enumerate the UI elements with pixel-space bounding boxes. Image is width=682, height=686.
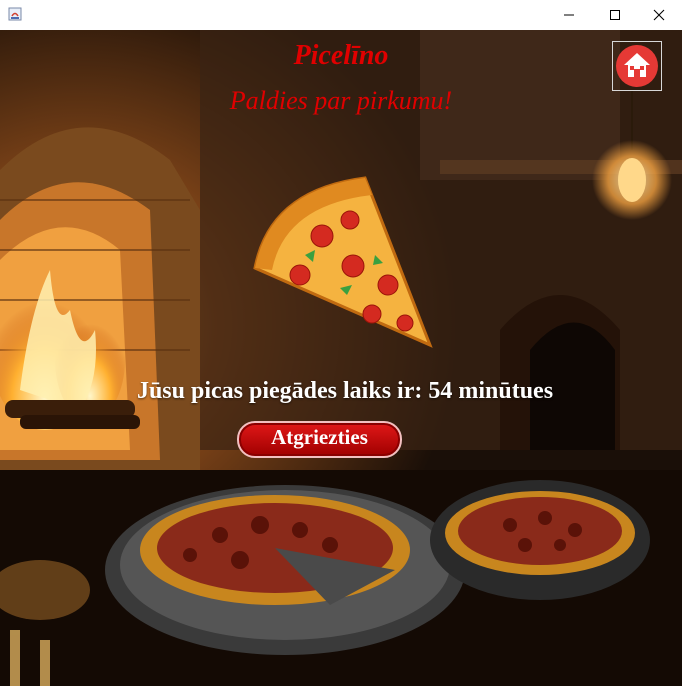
pizzeria-illustration [0, 30, 682, 686]
delivery-time-text: Jūsu picas piegādes laiks ir: 54 minūtue… [136, 378, 554, 404]
maximize-icon [610, 10, 620, 20]
minimize-button[interactable] [546, 0, 592, 30]
pizzeria-background [0, 30, 682, 686]
close-button[interactable] [636, 0, 682, 30]
return-button[interactable]: Atgriezties [237, 421, 402, 458]
return-button-label: Atgriezties [271, 425, 368, 449]
java-app-icon [8, 7, 22, 21]
window-titlebar [0, 0, 682, 30]
maximize-button[interactable] [592, 0, 638, 30]
thank-you-message: Paldies par pirkumu! [229, 86, 453, 115]
minimize-icon [564, 14, 574, 16]
app-title: Picelīno [293, 40, 389, 71]
close-icon [653, 9, 665, 21]
